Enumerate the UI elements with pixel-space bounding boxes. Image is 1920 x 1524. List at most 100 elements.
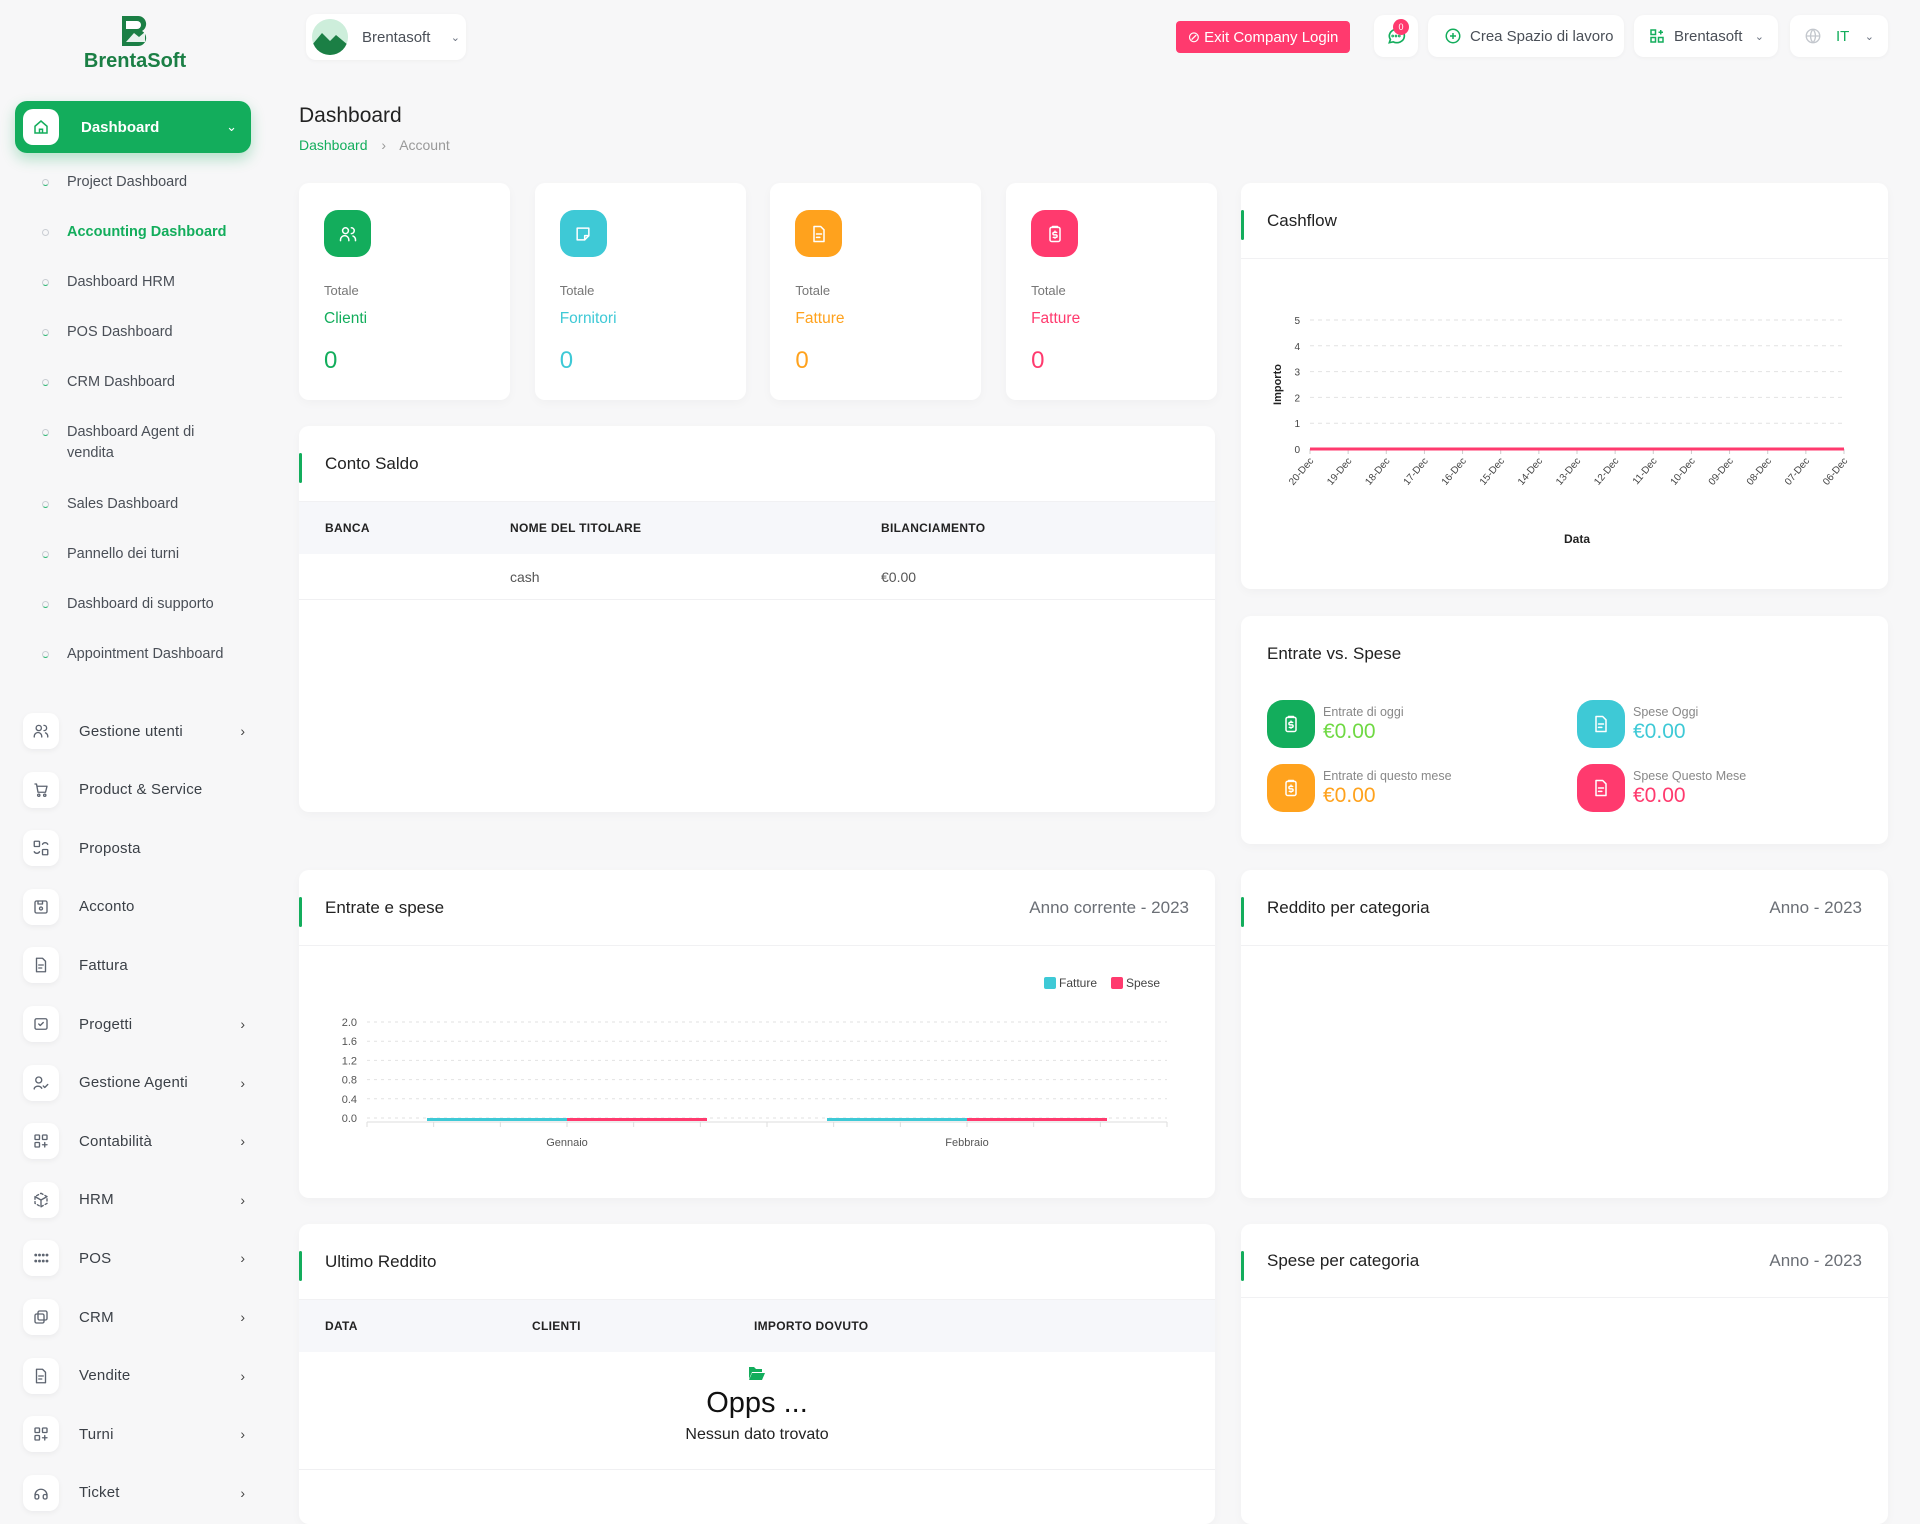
card-title: Conto Saldo xyxy=(325,453,419,473)
company-switcher[interactable]: Brentasoft ⌄ xyxy=(306,14,466,60)
sidebar-item-ticket[interactable]: Ticket › xyxy=(23,1473,253,1513)
entrate-e-spese-card: Entrate e spese Anno corrente - 2023 0.0… xyxy=(299,870,1215,1198)
sidebar-item-pos[interactable]: POS › xyxy=(23,1238,253,1278)
x-tick-label: 10-Dec xyxy=(1669,456,1698,488)
period-label: Anno - 2023 xyxy=(1769,1250,1862,1270)
sidebar-item-gestione-utenti[interactable]: Gestione utenti › xyxy=(23,711,253,751)
sidebar-item-dashboard[interactable]: Dashboard ⌄ xyxy=(15,101,251,153)
cart-icon xyxy=(23,771,59,808)
item-value: €0.00 xyxy=(1633,719,1686,743)
card-header: Conto Saldo xyxy=(299,426,1215,502)
sidebar-subitem-label: Project Dashboard xyxy=(67,174,188,190)
breadcrumb-link[interactable]: Dashboard xyxy=(299,137,368,153)
headphones-icon xyxy=(23,1474,59,1511)
workspace-switcher[interactable]: Brentasoft ⌄ xyxy=(1634,15,1778,57)
exit-company-login-button[interactable]: ⊘ Exit Company Login xyxy=(1176,21,1350,53)
create-workspace-button[interactable]: Crea Spazio di lavoro xyxy=(1428,15,1624,57)
sidebar-item-label: Gestione Agenti xyxy=(79,1074,188,1092)
report-money-icon xyxy=(1267,764,1315,812)
sidebar-item-acconto[interactable]: Acconto xyxy=(23,887,253,927)
chevron-down-icon: ⌄ xyxy=(1864,30,1874,43)
bullet-icon xyxy=(42,551,49,558)
replace-icon xyxy=(23,830,59,867)
sidebar-item-label: Proposta xyxy=(79,839,141,857)
chevron-right-icon: › xyxy=(240,1484,245,1501)
stat-label: Totale xyxy=(1031,283,1066,298)
sidebar-item-turni[interactable]: Turni › xyxy=(23,1414,253,1454)
sidebar-subitem-label: Dashboard HRM xyxy=(67,274,175,290)
logo-text: BrentaSoft xyxy=(83,50,187,72)
x-tick-label: 15-Dec xyxy=(1478,456,1507,488)
sidebar-subitem[interactable]: Accounting Dashboard xyxy=(42,222,242,243)
sidebar-subitem-label: Sales Dashboard xyxy=(67,496,179,512)
sidebar-subitem-label: CRM Dashboard xyxy=(67,374,175,390)
sidebar-subitem[interactable]: POS Dashboard xyxy=(42,322,242,343)
x-tick-label: 17-Dec xyxy=(1402,456,1431,488)
sidebar-item-product-service[interactable]: Product & Service xyxy=(23,770,253,810)
ban-icon: ⊘ xyxy=(1187,29,1201,46)
language-switcher[interactable]: IT ⌄ xyxy=(1790,15,1888,57)
breadcrumb-current: Account xyxy=(399,137,450,153)
sidebar-subitem[interactable]: Dashboard di supporto xyxy=(42,594,242,615)
chevron-right-icon: › xyxy=(240,1191,245,1208)
sidebar-item-label: Progetti xyxy=(79,1015,133,1033)
sidebar-subitem[interactable]: Sales Dashboard xyxy=(42,494,242,515)
sidebar-item-gestione-agenti[interactable]: Gestione Agenti › xyxy=(23,1063,253,1103)
column-header: IMPORTO DOVUTO xyxy=(754,1319,869,1333)
sidebar-item-crm[interactable]: CRM › xyxy=(23,1297,253,1337)
sidebar-item-label: POS xyxy=(79,1249,112,1267)
layout-grid-add-icon xyxy=(23,1123,59,1160)
chevron-right-icon: › xyxy=(240,1309,245,1325)
sidebar-item-label: Fattura xyxy=(79,956,128,974)
sidebar-subitem-label: POS Dashboard xyxy=(67,324,173,340)
sidebar-subitem[interactable]: Appointment Dashboard xyxy=(42,644,242,665)
file-invoice-icon xyxy=(1577,764,1625,812)
entrate-spese-chart: 0.0 0.4 0.8 1.2 1.6 2.0 Gennaio Febbraio Fatture… xyxy=(342,976,1168,1149)
bullet-icon xyxy=(42,601,49,608)
sidebar-subitem[interactable]: Project Dashboard xyxy=(42,172,242,193)
brand-logo[interactable]: BrentaSoft xyxy=(70,14,200,73)
x-tick-label: 12-Dec xyxy=(1592,456,1621,488)
column-header: BILANCIAMENTO xyxy=(881,521,986,535)
stat-name: Fatture xyxy=(1031,310,1081,327)
x-tick-label: 14-Dec xyxy=(1516,456,1545,488)
y-tick-label: 0 xyxy=(1294,445,1300,456)
sidebar-item-proposta[interactable]: Proposta xyxy=(23,828,253,868)
bar-spese xyxy=(567,1118,707,1121)
y-tick-label: 0.8 xyxy=(342,1075,357,1087)
sidebar-subitem-label: Dashboard Agent di vendita xyxy=(67,424,195,461)
x-axis-label: Data xyxy=(1564,532,1590,546)
sidebar-subitem[interactable]: Dashboard HRM xyxy=(42,272,242,293)
layout-grid-add-icon xyxy=(23,1416,59,1453)
item-label: Entrate di oggi xyxy=(1323,704,1404,719)
sidebar-subitem[interactable]: Pannello dei turni xyxy=(42,544,242,565)
sidebar-item-hrm[interactable]: HRM › xyxy=(23,1180,253,1220)
sidebar-item-contabilit[interactable]: Contabilità › xyxy=(23,1121,253,1161)
sidebar-item-label: Gestione utenti xyxy=(79,722,183,740)
card-title: Cashflow xyxy=(1267,210,1337,230)
sidebar-item-vendite[interactable]: Vendite › xyxy=(23,1356,253,1396)
bullet-icon xyxy=(42,501,49,508)
sidebar-item-label: CRM xyxy=(79,1308,114,1326)
stat-value: 0 xyxy=(324,347,338,374)
item-label: Spese Questo Mese xyxy=(1633,768,1747,783)
chevron-down-icon: ⌄ xyxy=(450,31,460,44)
sidebar-item-progetti[interactable]: Progetti › xyxy=(23,1004,253,1044)
messages-button[interactable]: 0 xyxy=(1374,15,1418,57)
users-icon xyxy=(324,210,371,257)
sidebar-item-label: Turni xyxy=(79,1425,114,1443)
stat-name: Fatture xyxy=(795,310,845,327)
home-icon xyxy=(23,109,59,145)
sidebar-subitem[interactable]: CRM Dashboard xyxy=(42,372,242,393)
y-tick-label: 1.2 xyxy=(342,1055,357,1067)
legend-label: Fatture xyxy=(1059,976,1097,990)
x-tick-label: Gennaio xyxy=(546,1137,588,1149)
bullet-icon xyxy=(42,379,49,386)
users-icon xyxy=(23,713,59,749)
x-tick-label: 18-Dec xyxy=(1363,456,1392,488)
sidebar-item-fattura[interactable]: Fattura xyxy=(23,945,253,985)
sidebar-subitem[interactable]: Dashboard Agent di vendita xyxy=(42,422,242,464)
cashflow-chart: 0 1 2 3 4 5 20-Dec 19-Dec 18-Dec 17-Dec 16-Dec 15-D… xyxy=(1272,316,1850,546)
x-tick-label: 08-Dec xyxy=(1745,456,1774,488)
bar-spese xyxy=(967,1118,1107,1121)
